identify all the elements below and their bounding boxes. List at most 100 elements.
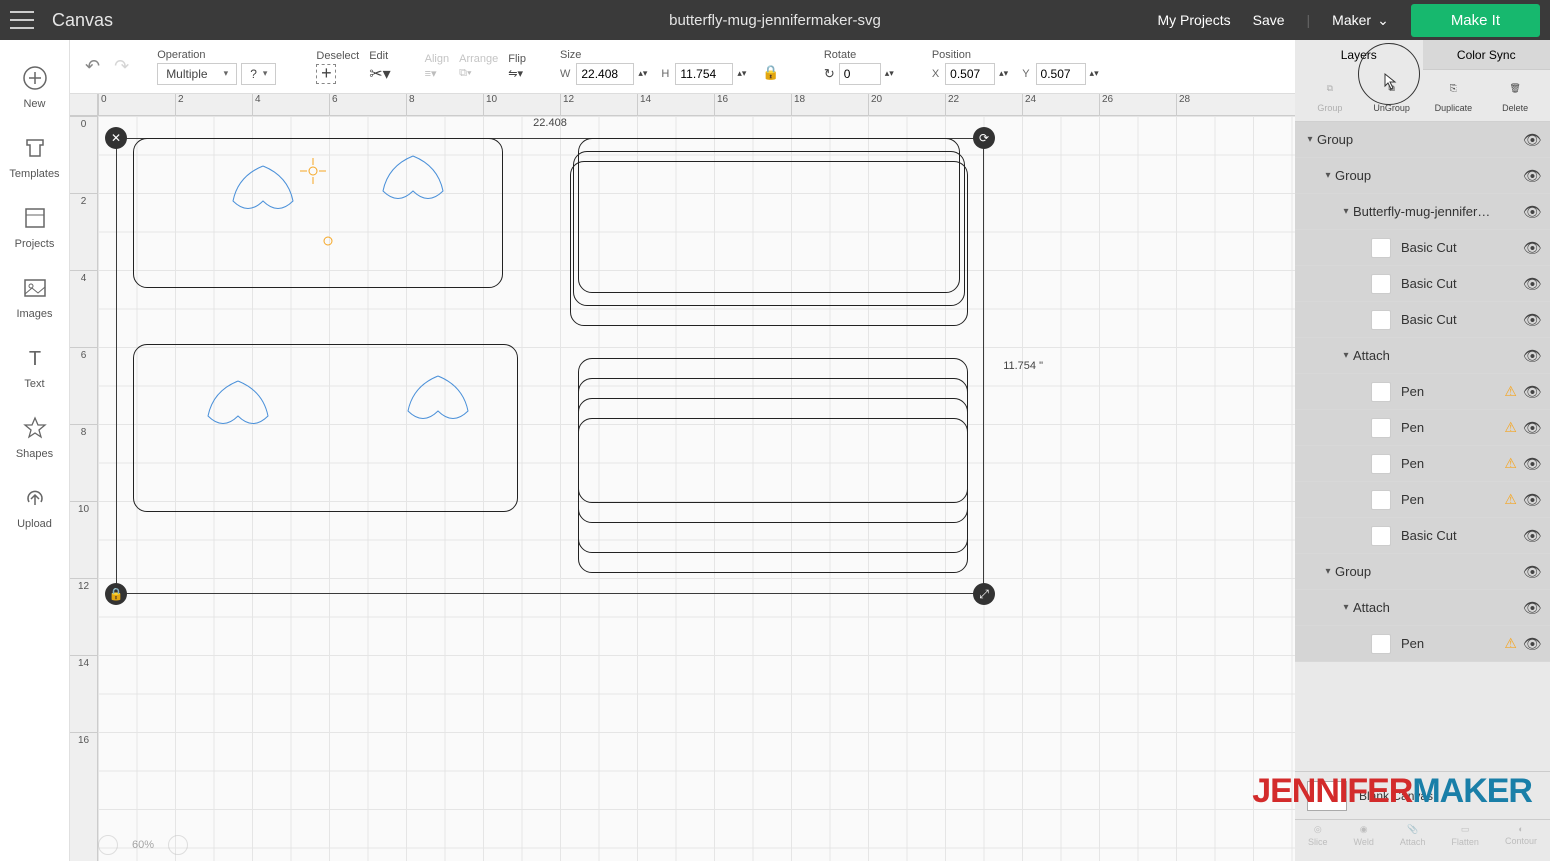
lock-icon[interactable]: 🔒	[762, 64, 779, 81]
align-icon[interactable]: ≡▾	[425, 67, 437, 80]
visibility-toggle[interactable]: 👁	[1523, 635, 1542, 653]
resize-handle[interactable]: ⤢	[973, 583, 995, 605]
menu-button[interactable]	[10, 11, 34, 29]
rotate-handle[interactable]: ⟳	[973, 127, 995, 149]
visibility-toggle[interactable]: 👁	[1523, 167, 1542, 185]
visibility-toggle[interactable]: 👁	[1523, 275, 1542, 293]
colorsync-tab[interactable]: Color Sync	[1423, 40, 1550, 70]
flatten-button[interactable]: ▭Flatten	[1451, 824, 1479, 847]
layers-list[interactable]: ▾Group👁▾Group👁▾Butterfly-mug-jennifer…👁B…	[1295, 122, 1550, 771]
attach-button[interactable]: 📎Attach	[1400, 824, 1426, 847]
contour-button[interactable]: ◐Contour	[1505, 824, 1537, 846]
canvas-grid[interactable]: 22.408 11.754 " ✕ ⟳ 🔒 ⤢	[98, 116, 1295, 861]
layer-row[interactable]: ▾Butterfly-mug-jennifer…👁	[1295, 194, 1550, 230]
visibility-toggle[interactable]: 👁	[1523, 563, 1542, 581]
upload-button[interactable]: Upload	[0, 474, 69, 544]
flower-icon	[298, 156, 328, 186]
size-h-input[interactable]	[675, 63, 733, 85]
close-handle[interactable]: ✕	[105, 127, 127, 149]
save-link[interactable]: Save	[1253, 12, 1285, 28]
caret-icon[interactable]: ▾	[1321, 566, 1335, 577]
svg-text:T: T	[28, 348, 40, 370]
edit-icon[interactable]: ✂︎▾	[369, 64, 390, 84]
redo-button[interactable]: ↷	[114, 56, 129, 77]
layers-tab[interactable]: Layers	[1295, 40, 1423, 70]
layer-row[interactable]: Basic Cut👁	[1295, 518, 1550, 554]
new-button[interactable]: New	[0, 54, 69, 124]
machine-selector[interactable]: Maker ⌄	[1332, 12, 1389, 29]
pos-x-input[interactable]	[945, 63, 995, 85]
caret-icon[interactable]: ▾	[1339, 206, 1353, 217]
operation-help[interactable]: ?	[241, 63, 276, 85]
visibility-toggle[interactable]: 👁	[1523, 491, 1542, 509]
make-it-button[interactable]: Make It	[1411, 4, 1540, 37]
layer-row[interactable]: ▾Group👁	[1295, 158, 1550, 194]
project-title[interactable]: butterfly-mug-jennifermaker-svg	[669, 12, 881, 29]
size-w-input[interactable]	[576, 63, 634, 85]
slice-button[interactable]: ◎Slice	[1308, 824, 1328, 847]
position-label: Position	[932, 49, 971, 61]
templates-button[interactable]: Templates	[0, 124, 69, 194]
rotate-input[interactable]	[839, 63, 881, 85]
duplicate-button[interactable]: ⎘Duplicate	[1429, 76, 1477, 113]
layer-row[interactable]: ▾Group👁	[1295, 122, 1550, 158]
group-button[interactable]: ⧉Group	[1306, 76, 1354, 113]
images-button[interactable]: Images	[0, 264, 69, 334]
my-projects-link[interactable]: My Projects	[1157, 12, 1230, 28]
layer-row[interactable]: Basic Cut👁	[1295, 266, 1550, 302]
visibility-toggle[interactable]: 👁	[1523, 455, 1542, 473]
layer-name: Attach	[1353, 600, 1523, 615]
visibility-toggle[interactable]: 👁	[1523, 131, 1542, 149]
pos-x-label: X	[932, 68, 939, 80]
undo-button[interactable]: ↶	[85, 56, 100, 77]
layer-row[interactable]: Basic Cut👁	[1295, 302, 1550, 338]
layer-row[interactable]: Pen⚠👁	[1295, 410, 1550, 446]
flip-icon[interactable]: ⇋▾	[508, 67, 523, 80]
layer-row[interactable]: Pen⚠👁	[1295, 446, 1550, 482]
layer-row[interactable]: ▾Attach👁	[1295, 590, 1550, 626]
layer-row[interactable]: Basic Cut👁	[1295, 230, 1550, 266]
layer-name: Pen	[1401, 384, 1504, 399]
caret-icon[interactable]: ▾	[1339, 602, 1353, 613]
caret-icon[interactable]: ▾	[1339, 350, 1353, 361]
caret-icon[interactable]: ▾	[1321, 170, 1335, 181]
projects-button[interactable]: Projects	[0, 194, 69, 264]
text-button[interactable]: TText	[0, 334, 69, 404]
layer-name: Basic Cut	[1401, 240, 1523, 255]
zoom-out[interactable]	[98, 835, 118, 855]
left-sidebar: New Templates Projects Images TText Shap…	[0, 40, 70, 861]
visibility-toggle[interactable]: 👁	[1523, 383, 1542, 401]
zoom-in[interactable]	[168, 835, 188, 855]
visibility-toggle[interactable]: 👁	[1523, 239, 1542, 257]
layer-row[interactable]: ▾Attach👁	[1295, 338, 1550, 374]
visibility-toggle[interactable]: 👁	[1523, 347, 1542, 365]
pos-y-input[interactable]	[1036, 63, 1086, 85]
layer-name: Basic Cut	[1401, 312, 1523, 327]
arrange-icon[interactable]: ⧉▾	[459, 67, 471, 80]
operation-select[interactable]: Multiple	[157, 63, 237, 85]
edit-group: Edit ✂︎▾	[369, 50, 390, 84]
design-wrap-3c[interactable]	[570, 161, 968, 326]
caret-icon[interactable]: ▾	[1303, 134, 1317, 145]
canvas-area[interactable]: 0246810121416182022242628 0246810121416 …	[70, 94, 1295, 861]
lock-handle[interactable]: 🔒	[105, 583, 127, 605]
visibility-toggle[interactable]: 👁	[1523, 419, 1542, 437]
layer-row[interactable]: Pen⚠👁	[1295, 374, 1550, 410]
visibility-toggle[interactable]: 👁	[1523, 599, 1542, 617]
layer-row[interactable]: Pen⚠👁	[1295, 626, 1550, 662]
weld-button[interactable]: ◉Weld	[1354, 824, 1374, 847]
visibility-toggle[interactable]: 👁	[1523, 527, 1542, 545]
deselect-group: Deselect +	[316, 50, 359, 84]
panel-actions: ⧉Group ⧉UnGroup ⎘Duplicate 🗑Delete	[1295, 70, 1550, 122]
delete-button[interactable]: 🗑Delete	[1491, 76, 1539, 113]
rotate-icon: ↻	[824, 66, 835, 82]
layer-row[interactable]: Pen⚠👁	[1295, 482, 1550, 518]
deselect-icon[interactable]: +	[316, 64, 336, 84]
visibility-toggle[interactable]: 👁	[1523, 203, 1542, 221]
layer-row[interactable]: ▾Group👁	[1295, 554, 1550, 590]
flower-icon	[313, 226, 343, 256]
shapes-button[interactable]: Shapes	[0, 404, 69, 474]
design-wrap-4d[interactable]	[578, 418, 968, 573]
visibility-toggle[interactable]: 👁	[1523, 311, 1542, 329]
selection-width-label: 22.408	[533, 117, 567, 129]
